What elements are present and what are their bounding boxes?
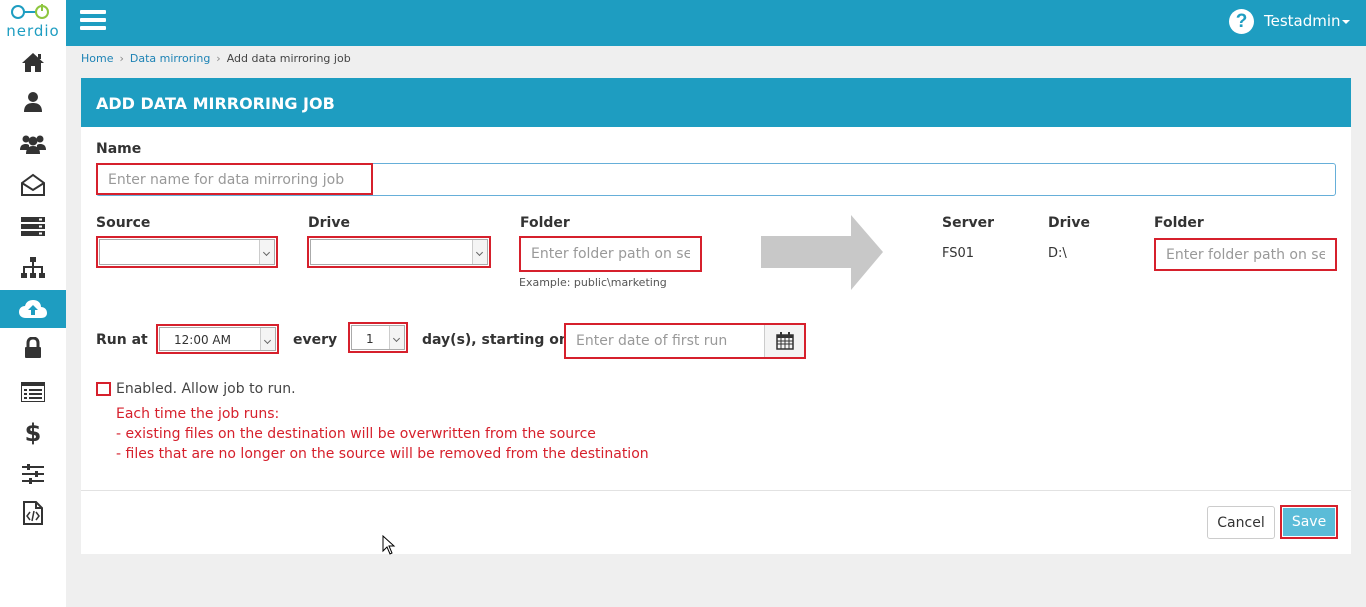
- sidebar-item-home[interactable]: [0, 43, 66, 81]
- destination-folder-input[interactable]: [1156, 240, 1335, 269]
- top-bar: ? Testadmin: [66, 0, 1366, 46]
- hamburger-menu-icon[interactable]: [80, 10, 106, 34]
- panel-title: ADD DATA MIRRORING JOB: [96, 94, 335, 113]
- enabled-checkbox[interactable]: [96, 382, 111, 396]
- user-name: Testadmin: [1264, 12, 1341, 30]
- every-value: 1: [366, 332, 374, 346]
- footer-divider: [81, 490, 1351, 491]
- add-job-panel: ADD DATA MIRRORING JOB Name Source Drive…: [81, 78, 1351, 554]
- start-date-input[interactable]: [566, 325, 765, 357]
- breadcrumb: Home › Data mirroring › Add data mirroring j…: [81, 52, 351, 65]
- enabled-label: Enabled. Allow job to run.: [116, 381, 296, 397]
- warning-line: - files that are no longer on the source…: [116, 446, 649, 462]
- destination-drive-value: D:\: [1048, 246, 1067, 261]
- source-label: Source: [96, 215, 151, 231]
- source-drive-label: Drive: [308, 215, 350, 231]
- sidebar-item-data-mirroring[interactable]: [0, 290, 66, 328]
- days-starting-label: day(s), starting on: [422, 332, 569, 348]
- run-at-value: 12:00 AM: [174, 333, 231, 347]
- start-date-highlight: [564, 323, 806, 359]
- source-folder-highlight: [519, 236, 702, 272]
- folder-example-hint: Example: public\marketing: [519, 276, 667, 289]
- name-input[interactable]: [98, 165, 1333, 194]
- sidebar-item-users[interactable]: [0, 125, 66, 163]
- sidebar-item-settings[interactable]: [0, 455, 66, 493]
- user-menu[interactable]: Testadmin: [1264, 12, 1350, 30]
- cancel-button[interactable]: Cancel: [1207, 506, 1275, 539]
- sidebar-item-security[interactable]: [0, 329, 66, 367]
- source-select[interactable]: [99, 239, 275, 265]
- server-stack-icon: [21, 217, 45, 236]
- chevron-down-icon: [472, 240, 487, 264]
- breadcrumb-home[interactable]: Home: [81, 52, 113, 65]
- envelope-open-icon: [21, 173, 45, 196]
- panel-header: ADD DATA MIRRORING JOB: [81, 78, 1351, 127]
- arrow-right-icon: [761, 215, 883, 290]
- sidebar-item-servers[interactable]: [0, 208, 66, 246]
- run-at-label: Run at: [96, 332, 148, 348]
- source-folder-label: Folder: [520, 215, 570, 231]
- calendar-button[interactable]: [764, 325, 804, 357]
- sidebar-item-scripts[interactable]: [0, 494, 66, 532]
- source-drive-select[interactable]: [310, 239, 488, 265]
- sidebar-item-billing[interactable]: $: [0, 413, 66, 451]
- lock-icon: [25, 337, 41, 358]
- sidebar: nerdio $: [0, 0, 66, 607]
- destination-server-value: FS01: [942, 246, 975, 261]
- every-label: every: [293, 332, 338, 348]
- destination-folder-label: Folder: [1154, 215, 1204, 231]
- destination-folder-highlight: [1154, 238, 1337, 271]
- name-label: Name: [96, 141, 142, 157]
- breadcrumb-separator: ›: [216, 52, 221, 65]
- mouse-cursor-icon: [382, 535, 396, 555]
- sidebar-item-mail[interactable]: [0, 166, 66, 204]
- sitemap-icon: [21, 257, 45, 278]
- chevron-down-icon: [389, 326, 404, 349]
- cloud-upload-icon: [19, 300, 47, 318]
- source-select-highlight: [96, 236, 278, 268]
- svg-text:$: $: [25, 419, 41, 445]
- breadcrumb-separator: ›: [119, 52, 124, 65]
- sidebar-item-user[interactable]: [0, 83, 66, 121]
- run-at-select[interactable]: 12:00 AM: [159, 327, 276, 351]
- dollar-icon: $: [25, 419, 41, 445]
- home-icon: [22, 53, 44, 72]
- drive-select-highlight: [307, 236, 491, 268]
- breadcrumb-data-mirroring[interactable]: Data mirroring: [130, 52, 210, 65]
- every-highlight: 1: [348, 322, 408, 353]
- save-button-highlight: Save: [1280, 505, 1338, 539]
- help-icon[interactable]: ?: [1229, 9, 1254, 34]
- caret-down-icon: [1341, 19, 1350, 24]
- users-group-icon: [20, 135, 46, 154]
- code-file-icon: [23, 501, 43, 525]
- nerdio-logo[interactable]: nerdio: [0, 0, 66, 46]
- source-folder-input[interactable]: [521, 238, 700, 270]
- chevron-down-icon: [260, 328, 275, 350]
- destination-drive-label: Drive: [1048, 215, 1090, 231]
- warning-line: - existing files on the destination will…: [116, 426, 596, 442]
- destination-server-label: Server: [942, 215, 995, 231]
- breadcrumb-current: Add data mirroring job: [226, 52, 351, 65]
- sidebar-item-network[interactable]: [0, 249, 66, 287]
- logo-text: nerdio: [6, 22, 60, 40]
- sidebar-item-list[interactable]: [0, 373, 66, 411]
- list-icon: [21, 382, 45, 402]
- user-icon: [24, 92, 42, 112]
- every-select[interactable]: 1: [351, 325, 405, 350]
- sliders-icon: [22, 464, 44, 484]
- run-at-highlight: 12:00 AM: [156, 324, 279, 354]
- save-button[interactable]: Save: [1283, 508, 1335, 536]
- calendar-icon: [776, 332, 794, 350]
- warning-line: Each time the job runs:: [116, 406, 280, 422]
- chevron-down-icon: [259, 240, 274, 264]
